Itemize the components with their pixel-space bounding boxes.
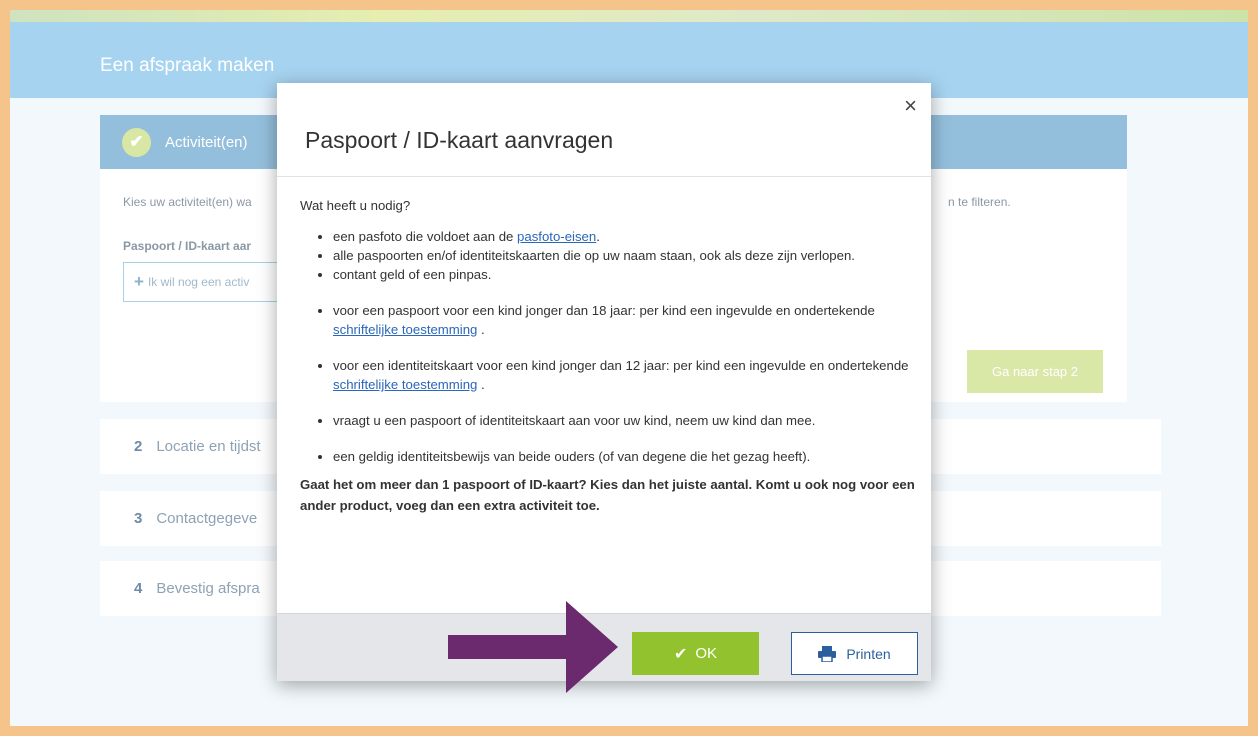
check-icon: ✔ [122, 127, 151, 157]
close-icon[interactable]: × [904, 95, 917, 117]
plus-icon: + [134, 272, 144, 291]
modal-question: Wat heeft u nodig? [300, 198, 411, 213]
ok-button[interactable]: ✔ OK [632, 632, 759, 675]
printer-icon [818, 645, 837, 662]
ok-label: OK [695, 645, 718, 662]
requirements-list: een pasfoto die voldoet aan de pasfoto-e… [300, 227, 915, 466]
list-item: vraagt u een paspoort of identiteitskaar… [333, 411, 915, 430]
step-1-intro: Kies uw activiteit(en) wa [123, 195, 252, 209]
activity-info-modal: × Paspoort / ID-kaart aanvragen Wat heef… [277, 83, 931, 681]
step-1-intro-tail: n te filteren. [948, 195, 1011, 209]
list-item: voor een paspoort voor een kind jonger d… [333, 301, 915, 339]
step-number: 4 [134, 580, 143, 597]
step-number: 3 [134, 510, 143, 527]
print-label: Printen [846, 645, 891, 662]
step-label: Bevestig afspra [156, 580, 260, 597]
list-item: een geldig identiteitsbewijs van beide o… [333, 447, 915, 466]
arrow-annotation [448, 601, 618, 693]
top-banner-strip [10, 10, 1248, 22]
activity-label: Paspoort / ID-kaart aar [123, 239, 252, 253]
list-item: een pasfoto die voldoet aan de pasfoto-e… [333, 227, 915, 246]
step-1-title: Activiteit(en) [165, 133, 248, 151]
modal-title: Paspoort / ID-kaart aanvragen [305, 127, 614, 153]
check-icon: ✔ [673, 645, 688, 663]
list-item: voor een identiteitskaart voor een kind … [333, 356, 915, 394]
page-title: Een afspraak maken [100, 55, 275, 76]
list-item: contant geld of een pinpas. [333, 265, 915, 284]
modal-note: Gaat het om meer dan 1 paspoort of ID-ka… [300, 477, 915, 513]
next-step-button[interactable]: Ga naar stap 2 [967, 350, 1103, 393]
step-label: Locatie en tijdst [156, 438, 261, 455]
modal-divider [277, 176, 931, 177]
add-activity-label: Ik wil nog een activ [147, 275, 250, 289]
pasfoto-eisen-link[interactable]: pasfoto-eisen [517, 229, 596, 244]
consent-link-passport[interactable]: schriftelijke toestemming [333, 322, 477, 337]
step-number: 2 [134, 438, 143, 455]
print-button[interactable]: Printen [791, 632, 918, 675]
modal-body: Wat heeft u nodig? een pasfoto die voldo… [300, 196, 915, 516]
consent-link-id-card[interactable]: schriftelijke toestemming [333, 377, 477, 392]
step-label: Contactgegeve [156, 510, 258, 527]
list-item: alle paspoorten en/of identiteitskaarten… [333, 246, 915, 265]
